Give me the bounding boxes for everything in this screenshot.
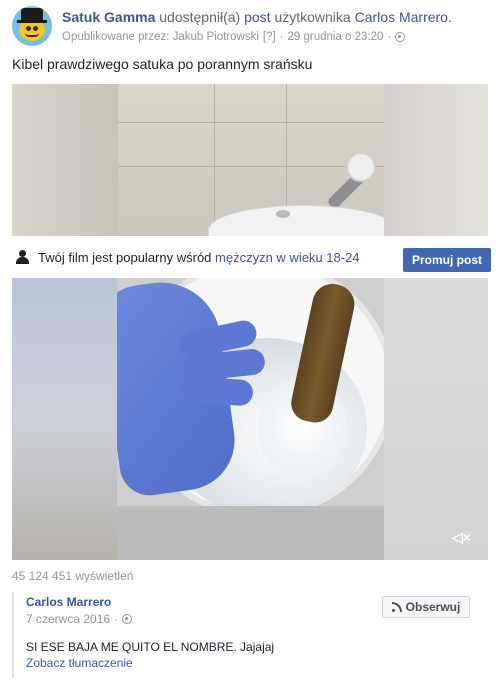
blurred-left-edge xyxy=(12,84,118,236)
meta-separator: · xyxy=(279,31,284,43)
person-icon xyxy=(16,250,29,264)
owner-suffix: . xyxy=(447,9,452,25)
follow-label: Obserwuj xyxy=(405,600,461,614)
floor xyxy=(117,506,384,560)
post-link[interactable]: post xyxy=(244,9,270,25)
toilet-lid xyxy=(208,205,398,236)
shared-author-link[interactable]: Carlos Marrero xyxy=(26,595,111,609)
toilet-scene xyxy=(117,278,384,560)
published-marker[interactable]: [?] xyxy=(263,31,276,43)
promo-text: Twój film jest popularny wśród mężczyzn … xyxy=(38,250,360,265)
bathroom-scene xyxy=(118,84,398,236)
avatar-mouth xyxy=(25,33,39,37)
shared-post-date[interactable]: 7 czerwca 2016 xyxy=(26,612,110,626)
owner-link[interactable]: Carlos Marrero xyxy=(355,9,448,25)
video-player[interactable] xyxy=(12,278,488,560)
page-avatar[interactable] xyxy=(12,6,52,46)
blurred-right-edge xyxy=(384,84,488,236)
video-thumbnail-top[interactable] xyxy=(12,84,488,236)
globe-icon[interactable] xyxy=(395,32,406,42)
meta-separator-2: · xyxy=(387,31,392,43)
published-by: Opublikowane przez: Jakub Piotrowski xyxy=(62,31,259,43)
shared-verb: udostępnił(a) xyxy=(159,9,241,25)
post-title-line: Satuk Gamma udostępnił(a) post użytkowni… xyxy=(62,9,452,25)
shared-post-box: Carlos Marrero 7 czerwca 2016 · Obserwuj… xyxy=(12,592,488,678)
owner-prefix: użytkownika xyxy=(274,9,351,25)
tile-line xyxy=(118,122,384,123)
shared-post-text: SI ESE BAJA ME QUITO EL NOMBRE. Jajajaj xyxy=(26,640,275,654)
person-icon-body xyxy=(16,257,29,264)
tile-line xyxy=(214,84,215,236)
post-header: Satuk Gamma udostępnił(a) post użytkowni… xyxy=(0,0,499,50)
see-translation-link[interactable]: Zobacz tłumaczenie xyxy=(26,656,133,670)
post-caption: Kibel prawdziwego satuka po porannym sra… xyxy=(12,56,313,72)
audience-link[interactable]: mężczyzn w wieku 18-24 xyxy=(215,250,360,265)
avatar-eye-right xyxy=(33,26,38,31)
promote-post-button[interactable]: Promuj post xyxy=(403,248,491,272)
tile-line xyxy=(118,166,384,167)
promo-label: Twój film jest popularny wśród xyxy=(38,250,212,265)
volume-mute-icon[interactable]: ◁× xyxy=(452,529,474,545)
avatar-hat-brim xyxy=(17,20,47,23)
author-link[interactable]: Satuk Gamma xyxy=(62,9,155,25)
follow-button[interactable]: Obserwuj xyxy=(382,596,470,618)
blurred-left-edge xyxy=(12,278,117,560)
post-date[interactable]: 29 grudnia o 23:20 xyxy=(288,31,384,43)
avatar-eye-left xyxy=(26,26,31,31)
wall-valve xyxy=(346,152,376,182)
shared-post-meta: 7 czerwca 2016 · xyxy=(26,612,133,626)
glove-finger xyxy=(180,375,254,407)
rss-icon xyxy=(391,602,402,612)
post-meta: Opublikowane przez: Jakub Piotrowski [?]… xyxy=(62,31,406,43)
globe-icon[interactable] xyxy=(122,614,133,624)
shared-meta-separator: · xyxy=(114,612,119,626)
person-icon-head xyxy=(19,250,26,257)
toilet-lid-hole xyxy=(276,210,290,218)
view-count: 45 124 451 wyświetleń xyxy=(12,569,134,583)
blurred-right-edge xyxy=(384,278,488,560)
